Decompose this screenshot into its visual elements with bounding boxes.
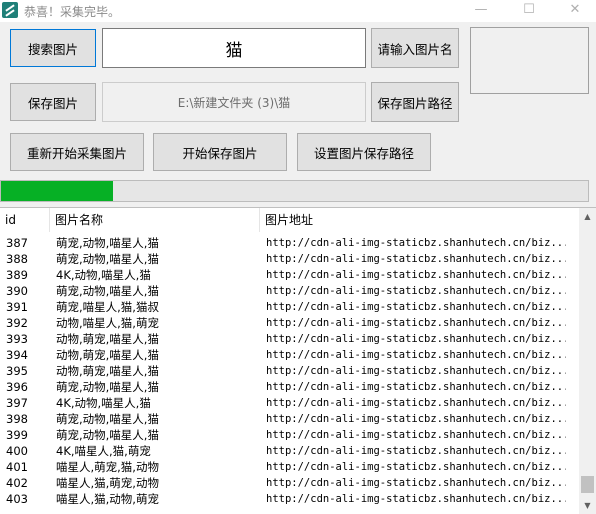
row-image-name: 萌宠,动物,喵星人,猫 bbox=[56, 284, 159, 298]
scroll-down-icon[interactable]: ▼ bbox=[579, 497, 596, 514]
start-save-button[interactable]: 开始保存图片 bbox=[153, 133, 287, 171]
row-image-name: 萌宠,动物,喵星人,猫 bbox=[56, 236, 159, 250]
close-button[interactable]: ✕ bbox=[552, 0, 596, 22]
image-list[interactable]: id 图片名称 图片地址 387 萌宠,动物,喵星人,猫 http://cdn-al… bbox=[0, 207, 596, 514]
table-row[interactable]: 399 萌宠,动物,喵星人,猫 http://cdn-ali-img-staticb… bbox=[0, 427, 578, 443]
save-path-button[interactable]: 保存图片路径 bbox=[371, 82, 459, 122]
table-row[interactable]: 388 萌宠,动物,喵星人,猫 http://cdn-ali-img-staticb… bbox=[0, 251, 578, 267]
table-row[interactable]: 390 萌宠,动物,喵星人,猫 http://cdn-ali-img-staticb… bbox=[0, 283, 578, 299]
row-image-name: 动物,萌宠,喵星人,猫 bbox=[56, 348, 159, 362]
progress-fill bbox=[1, 181, 113, 201]
table-row[interactable]: 401 喵星人,萌宠,猫,动物 http://cdn-ali-img-staticb… bbox=[0, 459, 578, 475]
enter-image-name-button[interactable]: 请输入图片名 bbox=[371, 28, 459, 68]
maximize-button[interactable]: ☐ bbox=[506, 0, 552, 22]
row-image-name: 萌宠,动物,喵星人,猫 bbox=[56, 428, 159, 442]
minimize-button[interactable]: — bbox=[458, 0, 504, 22]
row-image-url: http://cdn-ali-img-staticbz.shanhutech.c… bbox=[266, 253, 566, 265]
row-image-name: 动物,喵星人,猫,萌宠 bbox=[56, 316, 159, 330]
column-header-name[interactable]: 图片名称 bbox=[50, 208, 260, 232]
row-image-name: 动物,萌宠,喵星人,猫 bbox=[56, 364, 159, 378]
row-image-url: http://cdn-ali-img-staticbz.shanhutech.c… bbox=[266, 301, 566, 313]
row-id: 399 bbox=[6, 428, 28, 442]
row-id: 387 bbox=[6, 236, 28, 250]
row-image-name: 萌宠,动物,喵星人,猫 bbox=[56, 252, 159, 266]
scroll-thumb[interactable] bbox=[581, 476, 594, 493]
row-image-url: http://cdn-ali-img-staticbz.shanhutech.c… bbox=[266, 397, 566, 409]
table-row[interactable]: 396 萌宠,动物,喵星人,猫 http://cdn-ali-img-staticb… bbox=[0, 379, 578, 395]
table-row[interactable]: 395 动物,萌宠,喵星人,猫 http://cdn-ali-img-staticb… bbox=[0, 363, 578, 379]
table-row[interactable]: 403 喵星人,猫,动物,萌宠 http://cdn-ali-img-staticb… bbox=[0, 491, 578, 507]
row-id: 403 bbox=[6, 492, 28, 506]
row-id: 401 bbox=[6, 460, 28, 474]
scroll-up-icon[interactable]: ▲ bbox=[579, 208, 596, 225]
row-image-url: http://cdn-ali-img-staticbz.shanhutech.c… bbox=[266, 493, 566, 505]
row-image-name: 4K,动物,喵星人,猫 bbox=[56, 268, 151, 282]
row-id: 402 bbox=[6, 476, 28, 490]
table-row[interactable]: 402 喵星人,猫,萌宠,动物 http://cdn-ali-img-staticb… bbox=[0, 475, 578, 491]
row-image-url: http://cdn-ali-img-staticbz.shanhutech.c… bbox=[266, 365, 566, 377]
row-id: 400 bbox=[6, 444, 28, 458]
row-id: 395 bbox=[6, 364, 28, 378]
row-image-url: http://cdn-ali-img-staticbz.shanhutech.c… bbox=[266, 317, 566, 329]
row-image-name: 动物,萌宠,喵星人,猫 bbox=[56, 332, 159, 346]
row-id: 391 bbox=[6, 300, 28, 314]
row-image-url: http://cdn-ali-img-staticbz.shanhutech.c… bbox=[266, 461, 566, 473]
row-id: 388 bbox=[6, 252, 28, 266]
title-bar: 恭喜！采集完毕。 — ☐ ✕ bbox=[0, 0, 596, 22]
window-title: 恭喜！采集完毕。 bbox=[24, 5, 121, 19]
search-image-button[interactable]: 搜索图片 bbox=[10, 29, 96, 67]
column-header-id[interactable]: id bbox=[0, 208, 50, 232]
search-keyword-input[interactable]: 猫 bbox=[102, 28, 366, 68]
row-image-url: http://cdn-ali-img-staticbz.shanhutech.c… bbox=[266, 477, 566, 489]
row-image-url: http://cdn-ali-img-staticbz.shanhutech.c… bbox=[266, 429, 566, 441]
table-row[interactable]: 392 动物,喵星人,猫,萌宠 http://cdn-ali-img-staticb… bbox=[0, 315, 578, 331]
row-image-name: 萌宠,喵星人,猫,猫叔 bbox=[56, 300, 159, 314]
row-image-name: 萌宠,动物,喵星人,猫 bbox=[56, 412, 159, 426]
row-image-url: http://cdn-ali-img-staticbz.shanhutech.c… bbox=[266, 269, 566, 281]
row-id: 393 bbox=[6, 332, 28, 346]
row-image-url: http://cdn-ali-img-staticbz.shanhutech.c… bbox=[266, 349, 566, 361]
table-row[interactable]: 389 4K,动物,喵星人,猫 http://cdn-ali-img-staticb… bbox=[0, 267, 578, 283]
row-id: 396 bbox=[6, 380, 28, 394]
row-id: 397 bbox=[6, 396, 28, 410]
row-image-name: 4K,动物,喵星人,猫 bbox=[56, 396, 151, 410]
set-save-path-button[interactable]: 设置图片保存路径 bbox=[297, 133, 431, 171]
row-image-name: 4K,喵星人,猫,萌宠 bbox=[56, 444, 151, 458]
table-row[interactable]: 394 动物,萌宠,喵星人,猫 http://cdn-ali-img-staticb… bbox=[0, 347, 578, 363]
table-row[interactable]: 397 4K,动物,喵星人,猫 http://cdn-ali-img-staticb… bbox=[0, 395, 578, 411]
row-id: 389 bbox=[6, 268, 28, 282]
row-id: 398 bbox=[6, 412, 28, 426]
save-image-button[interactable]: 保存图片 bbox=[10, 83, 96, 121]
vertical-scrollbar[interactable]: ▲ ▼ bbox=[579, 208, 596, 514]
table-row[interactable]: 387 萌宠,动物,喵星人,猫 http://cdn-ali-img-staticb… bbox=[0, 235, 578, 251]
row-image-url: http://cdn-ali-img-staticbz.shanhutech.c… bbox=[266, 413, 566, 425]
save-path-field[interactable]: E:\新建文件夹 (3)\猫 bbox=[102, 82, 366, 122]
row-image-url: http://cdn-ali-img-staticbz.shanhutech.c… bbox=[266, 381, 566, 393]
row-image-name: 喵星人,萌宠,猫,动物 bbox=[56, 460, 159, 474]
table-row[interactable]: 398 萌宠,动物,喵星人,猫 http://cdn-ali-img-staticb… bbox=[0, 411, 578, 427]
row-image-name: 喵星人,猫,动物,萌宠 bbox=[56, 492, 159, 506]
row-image-name: 萌宠,动物,喵星人,猫 bbox=[56, 380, 159, 394]
row-id: 392 bbox=[6, 316, 28, 330]
table-row[interactable]: 400 4K,喵星人,猫,萌宠 http://cdn-ali-img-staticb… bbox=[0, 443, 578, 459]
image-preview bbox=[470, 27, 589, 94]
row-image-url: http://cdn-ali-img-staticbz.shanhutech.c… bbox=[266, 445, 566, 457]
progress-bar bbox=[0, 180, 589, 202]
row-image-url: http://cdn-ali-img-staticbz.shanhutech.c… bbox=[266, 237, 566, 249]
app-icon bbox=[2, 2, 18, 18]
restart-collect-button[interactable]: 重新开始采集图片 bbox=[10, 133, 144, 171]
row-id: 394 bbox=[6, 348, 28, 362]
row-image-name: 喵星人,猫,萌宠,动物 bbox=[56, 476, 159, 490]
table-row[interactable]: 393 动物,萌宠,喵星人,猫 http://cdn-ali-img-staticb… bbox=[0, 331, 578, 347]
list-header: id 图片名称 图片地址 bbox=[0, 208, 578, 232]
column-header-url[interactable]: 图片地址 bbox=[260, 208, 578, 232]
table-row[interactable]: 391 萌宠,喵星人,猫,猫叔 http://cdn-ali-img-staticb… bbox=[0, 299, 578, 315]
row-image-url: http://cdn-ali-img-staticbz.shanhutech.c… bbox=[266, 333, 566, 345]
row-image-url: http://cdn-ali-img-staticbz.shanhutech.c… bbox=[266, 285, 566, 297]
row-id: 390 bbox=[6, 284, 28, 298]
